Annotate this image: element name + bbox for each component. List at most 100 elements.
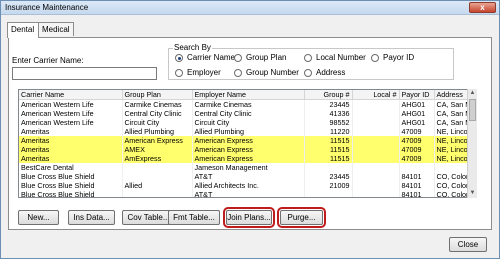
table-cell bbox=[434, 163, 470, 172]
table-cell: 11515 bbox=[304, 145, 353, 154]
table-cell: Carmike Cinemas bbox=[192, 99, 305, 109]
table-cell: Blue Cross Blue Shield bbox=[19, 190, 123, 197]
radio-group-plan[interactable]: Group Plan bbox=[234, 53, 286, 62]
tab-dental[interactable]: Dental bbox=[7, 22, 39, 38]
col-header-local-number[interactable]: Local # bbox=[352, 90, 400, 100]
carrier-name-input[interactable] bbox=[12, 67, 157, 80]
table-body: American Western Life Carmike Cinemas Carm… bbox=[19, 99, 470, 197]
table-cell bbox=[122, 172, 193, 181]
table-cell bbox=[122, 190, 193, 197]
tab-medical[interactable]: Medical bbox=[38, 22, 74, 36]
table-cell: CA, San Mateo bbox=[434, 99, 470, 109]
radio-unselected-icon bbox=[371, 53, 379, 62]
col-header-payor-id[interactable]: Payor ID bbox=[399, 90, 435, 100]
radio-unselected-icon bbox=[304, 53, 312, 62]
table-cell: American Express bbox=[122, 136, 193, 145]
radio-group-number[interactable]: Group Number bbox=[234, 68, 299, 77]
ins-data-button[interactable]: Ins Data... bbox=[68, 210, 115, 225]
radio-employer-label: Employer bbox=[187, 68, 221, 77]
insurance-grid[interactable]: Carrier Name Group Plan Employer Name Gr… bbox=[18, 89, 477, 198]
fmt-table-button[interactable]: Fmt Table... bbox=[168, 210, 220, 225]
table-cell: American Express bbox=[192, 145, 305, 154]
join-plans-button[interactable]: Join Plans... bbox=[223, 207, 275, 228]
radio-carrier-name[interactable]: Carrier Name bbox=[175, 53, 235, 62]
vertical-scrollbar[interactable]: ▲ ▼ bbox=[467, 89, 477, 198]
radio-unselected-icon bbox=[234, 68, 242, 77]
window-close-button[interactable]: x bbox=[469, 2, 496, 13]
table-cell: NE, Lincoln bbox=[434, 154, 470, 163]
table-cell: AHG01 bbox=[399, 118, 435, 127]
radio-address-label: Address bbox=[316, 68, 346, 77]
table-row[interactable]: American Western Life Carmike Cinemas Carm… bbox=[19, 99, 470, 109]
table-cell: 47009 bbox=[399, 145, 435, 154]
table-cell bbox=[399, 163, 435, 172]
table-cell bbox=[352, 136, 400, 145]
table-cell bbox=[352, 127, 400, 136]
radio-payor-id[interactable]: Payor ID bbox=[371, 53, 414, 62]
new-button[interactable]: New... bbox=[18, 210, 59, 225]
scroll-up-icon[interactable]: ▲ bbox=[468, 89, 477, 98]
table-cell: 47009 bbox=[399, 136, 435, 145]
purge-button[interactable]: Purge... bbox=[277, 207, 326, 228]
col-header-group-number[interactable]: Group # bbox=[304, 90, 353, 100]
col-header-address[interactable]: Address bbox=[434, 90, 470, 100]
table-cell bbox=[352, 109, 400, 118]
table-cell: American Western Life bbox=[19, 118, 123, 127]
table-row[interactable]: Blue Cross Blue Shield AT&T 23445 84101 CO, … bbox=[19, 172, 470, 181]
window-title: Insurance Maintenance bbox=[5, 3, 89, 12]
table-cell: AHG01 bbox=[399, 99, 435, 109]
table-cell: CA, San Mateo bbox=[434, 109, 470, 118]
table-cell bbox=[304, 163, 353, 172]
radio-address[interactable]: Address bbox=[304, 68, 345, 77]
scroll-down-icon[interactable]: ▼ bbox=[468, 189, 477, 198]
radio-local-number[interactable]: Local Number bbox=[304, 53, 366, 62]
table-cell bbox=[352, 172, 400, 181]
table-cell: 41336 bbox=[304, 109, 353, 118]
table-cell: 11220 bbox=[304, 127, 353, 136]
radio-employer[interactable]: Employer bbox=[175, 68, 221, 77]
table-cell: 84101 bbox=[399, 190, 435, 197]
table-row[interactable]: Ameritas AMEX American Express 11515 47009 NE… bbox=[19, 145, 470, 154]
radio-payor-id-label: Payor ID bbox=[383, 53, 415, 62]
table-cell bbox=[352, 190, 400, 197]
table-cell: American Western Life bbox=[19, 109, 123, 118]
col-header-carrier-name[interactable]: Carrier Name bbox=[19, 90, 123, 100]
table-row[interactable]: American Western Life Circuit City Circuit… bbox=[19, 118, 470, 127]
table-cell: American Western Life bbox=[19, 99, 123, 109]
table-cell: NE, Lincoln bbox=[434, 145, 470, 154]
table-cell: 23445 bbox=[304, 172, 353, 181]
col-header-employer-name[interactable]: Employer Name bbox=[192, 90, 305, 100]
table-row[interactable]: American Western Life Central City Clinic… bbox=[19, 109, 470, 118]
table-header-row: Carrier Name Group Plan Employer Name Gr… bbox=[19, 90, 470, 100]
insurance-table: Carrier Name Group Plan Employer Name Gr… bbox=[19, 90, 470, 197]
table-cell bbox=[352, 118, 400, 127]
table-cell: AmExpress bbox=[122, 154, 193, 163]
close-button[interactable]: Close bbox=[449, 237, 487, 252]
table-cell bbox=[352, 181, 400, 190]
table-row[interactable]: Ameritas American Express American Express… bbox=[19, 136, 470, 145]
table-row[interactable]: Blue Cross Blue Shield AT&T 84101CO, Color… bbox=[19, 190, 470, 197]
radio-unselected-icon bbox=[234, 53, 242, 62]
table-cell: Allied Plumbing bbox=[192, 127, 305, 136]
table-row[interactable]: BestCare Dental Jameson Management bbox=[19, 163, 470, 172]
table-row[interactable]: Ameritas Allied Plumbing Allied Plumbing 11… bbox=[19, 127, 470, 136]
table-cell: 47009 bbox=[399, 127, 435, 136]
insurance-maintenance-window: Insurance Maintenance x Dental Medical E… bbox=[0, 0, 500, 259]
col-header-group-plan[interactable]: Group Plan bbox=[122, 90, 193, 100]
table-cell: AT&T bbox=[192, 172, 305, 181]
table-cell: 47009 bbox=[399, 154, 435, 163]
table-row[interactable]: Ameritas AmExpress American Express 11515 47… bbox=[19, 154, 470, 163]
table-row[interactable]: Blue Cross Blue Shield Allied Allied Archi… bbox=[19, 181, 470, 190]
table-cell: Blue Cross Blue Shield bbox=[19, 172, 123, 181]
scroll-thumb[interactable] bbox=[469, 99, 476, 121]
table-cell: NE, Lincoln bbox=[434, 127, 470, 136]
table-cell: BestCare Dental bbox=[19, 163, 123, 172]
table-cell: 23445 bbox=[304, 99, 353, 109]
title-bar[interactable]: Insurance Maintenance x bbox=[1, 1, 499, 15]
table-cell: Carmike Cinemas bbox=[122, 99, 193, 109]
table-cell: Allied Architects Inc. bbox=[192, 181, 305, 190]
table-cell: Allied bbox=[122, 181, 193, 190]
table-cell: Central City Clinic bbox=[122, 109, 193, 118]
table-cell bbox=[122, 163, 193, 172]
radio-selected-icon bbox=[175, 53, 183, 62]
